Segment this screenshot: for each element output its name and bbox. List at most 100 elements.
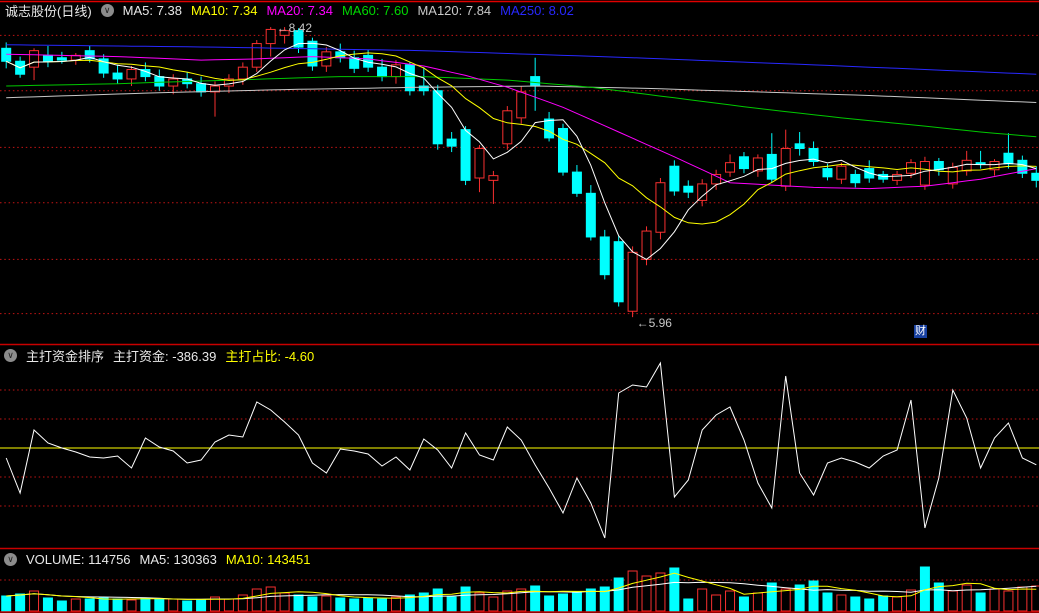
volume-bar bbox=[335, 597, 346, 612]
candle bbox=[432, 90, 443, 145]
candle bbox=[961, 159, 972, 172]
volume-value-label: VOLUME: 114756 bbox=[26, 551, 131, 567]
candle bbox=[766, 153, 777, 180]
volume-bar bbox=[530, 585, 541, 612]
volume-bar bbox=[655, 572, 666, 612]
volume-bar bbox=[822, 592, 833, 612]
volume-bar bbox=[251, 588, 262, 612]
indicator-panel bbox=[0, 361, 1039, 539]
candle bbox=[697, 183, 708, 201]
chevron-down-icon[interactable]: ∨ bbox=[4, 348, 17, 362]
chevron-down-icon[interactable]: ∨ bbox=[100, 3, 114, 17]
volume-panel bbox=[0, 566, 1039, 612]
page-title: 诚志股份(日线) bbox=[5, 3, 92, 19]
candle bbox=[474, 148, 485, 179]
candle bbox=[377, 66, 388, 78]
volume-bar bbox=[627, 570, 638, 612]
volume-bar bbox=[56, 600, 67, 612]
volume-bar bbox=[84, 598, 95, 612]
volume-bar bbox=[836, 594, 847, 612]
volume-bar bbox=[377, 598, 388, 612]
candle bbox=[669, 165, 680, 192]
volume-bar bbox=[975, 592, 986, 612]
candle bbox=[251, 43, 262, 68]
volume-bar bbox=[878, 595, 889, 612]
volume-bar bbox=[42, 597, 53, 612]
volume-bar bbox=[363, 597, 374, 612]
candle bbox=[836, 165, 847, 180]
candle bbox=[42, 54, 53, 62]
candle bbox=[544, 118, 555, 139]
volume-bar bbox=[1031, 585, 1039, 612]
candle bbox=[168, 78, 179, 87]
volume-bar bbox=[265, 586, 276, 612]
volume-bar bbox=[488, 596, 499, 612]
candle bbox=[725, 162, 736, 173]
candle bbox=[585, 192, 596, 238]
volume-bar bbox=[98, 597, 109, 612]
volume-bar bbox=[154, 598, 165, 612]
candle bbox=[641, 230, 652, 260]
candle bbox=[1031, 172, 1039, 181]
candle bbox=[237, 66, 248, 80]
volume-bar bbox=[683, 598, 694, 612]
high-price-label: ←8.42 bbox=[277, 21, 313, 35]
volume-bar bbox=[446, 596, 457, 612]
volume-bar bbox=[1003, 590, 1014, 612]
candle bbox=[126, 69, 137, 80]
candle bbox=[196, 83, 207, 93]
volume-bar bbox=[585, 588, 596, 612]
candle bbox=[738, 156, 749, 170]
candle bbox=[516, 91, 527, 119]
candle bbox=[530, 76, 541, 87]
finance-report-marker[interactable]: 财 bbox=[914, 325, 927, 338]
candle bbox=[627, 251, 638, 312]
candle bbox=[446, 138, 457, 147]
ma-value-label: MA250: 8.02 bbox=[500, 2, 574, 18]
volume-bar bbox=[321, 595, 332, 612]
ma-line-ma250 bbox=[6, 44, 1037, 75]
volume-bar bbox=[390, 596, 401, 612]
candle bbox=[599, 236, 610, 276]
indicator-panel-header: ∨ 主打资金排序 主打资金: -386.39 主打占比: -4.60 bbox=[4, 347, 314, 364]
volume-value-label: MA5: 130363 bbox=[139, 551, 217, 567]
candle bbox=[558, 127, 568, 173]
volume-bar bbox=[140, 597, 151, 612]
volume-bar bbox=[432, 588, 443, 612]
candle bbox=[919, 160, 930, 186]
volume-bar bbox=[947, 590, 958, 612]
volume-bar bbox=[168, 598, 179, 612]
volume-bar bbox=[766, 582, 777, 612]
volume-bar bbox=[850, 596, 861, 612]
volume-bar bbox=[571, 591, 582, 612]
volume-bar bbox=[1, 595, 12, 612]
candle bbox=[460, 129, 471, 181]
indicator-line bbox=[5, 361, 1037, 539]
volume-bar bbox=[307, 596, 318, 612]
volume-bar bbox=[126, 599, 137, 612]
volume-bar bbox=[780, 588, 791, 612]
candle bbox=[892, 173, 903, 181]
candle bbox=[571, 171, 582, 194]
volume-value-label: MA10: 143451 bbox=[225, 551, 311, 567]
candle bbox=[154, 76, 165, 87]
chart-canvas: ←8.42 ←5.96 bbox=[0, 0, 1039, 613]
volume-bar bbox=[738, 596, 749, 612]
candle bbox=[56, 57, 67, 61]
indicator-title: 主打资金排序 bbox=[26, 348, 105, 364]
volume-bar bbox=[1017, 586, 1028, 612]
candle bbox=[502, 110, 513, 145]
candle bbox=[822, 168, 833, 178]
candle bbox=[794, 143, 805, 150]
volume-bar bbox=[293, 594, 304, 612]
candle bbox=[29, 50, 40, 68]
volume-bar bbox=[558, 593, 568, 612]
chevron-down-icon[interactable]: ∨ bbox=[4, 552, 17, 566]
ma-line-ma5 bbox=[5, 42, 1037, 260]
candle bbox=[112, 72, 123, 80]
ma-value-label: MA20: 7.34 bbox=[266, 2, 333, 18]
ma-values-row: MA5: 7.38 MA10: 7.34 MA20: 7.34 MA60: 7.60 M… bbox=[123, 2, 574, 18]
volume-bar bbox=[223, 598, 234, 612]
trading-app-window: ←8.42 ←5.96 诚志股份(日线) ∨ MA5: 7.38 MA10: 7.3… bbox=[0, 0, 1039, 613]
volume-bar bbox=[70, 598, 81, 612]
